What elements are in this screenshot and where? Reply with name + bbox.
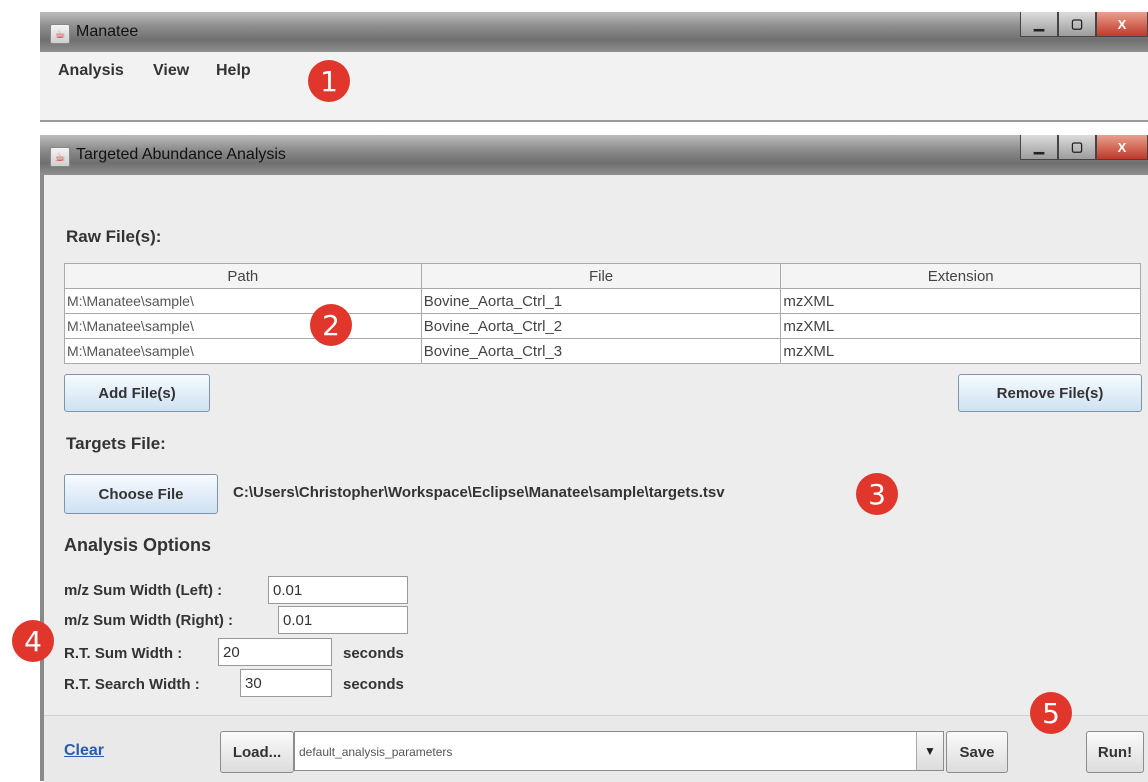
- raw-files-label: Raw File(s):: [66, 227, 162, 246]
- minimize-button[interactable]: ▁: [1020, 12, 1058, 37]
- parameters-value: default_analysis_parameters: [299, 745, 453, 759]
- cell-file: Bovine_Aorta_Ctrl_2: [420, 313, 782, 339]
- dialog-maximize-button[interactable]: ▢: [1058, 135, 1096, 160]
- callout-badge-1: 1: [308, 60, 350, 102]
- cell-path: M:\Manatee\sample\: [64, 288, 422, 314]
- maximize-button[interactable]: ▢: [1058, 12, 1096, 37]
- remove-files-button[interactable]: Remove File(s): [958, 374, 1142, 412]
- dialog-titlebar: ☕ Targeted Abundance Analysis ▁ ▢ X: [40, 135, 1148, 176]
- mz-right-input[interactable]: [278, 606, 408, 634]
- add-files-button[interactable]: Add File(s): [64, 374, 210, 412]
- menu-bar: Analysis View Help: [40, 52, 1148, 122]
- cell-file: Bovine_Aorta_Ctrl_3: [420, 338, 782, 364]
- main-window-titlebar: ☕ Manatee ▁ ▢ X: [40, 12, 1148, 53]
- load-button[interactable]: Load...: [220, 731, 294, 773]
- choose-file-button[interactable]: Choose File: [64, 474, 218, 514]
- mz-left-label: m/z Sum Width (Left) :: [64, 582, 223, 599]
- cell-file: Bovine_Aorta_Ctrl_1: [420, 288, 782, 314]
- rt-search-label: R.T. Search Width :: [64, 676, 200, 693]
- callout-badge-3: 3: [856, 473, 898, 515]
- close-button[interactable]: X: [1096, 12, 1148, 37]
- rt-search-unit: seconds: [343, 676, 404, 693]
- table-header-row: Path File Extension: [64, 263, 1141, 289]
- dialog-minimize-button[interactable]: ▁: [1020, 135, 1058, 160]
- mz-right-label: m/z Sum Width (Right) :: [64, 612, 233, 629]
- rt-sum-unit: seconds: [343, 645, 404, 662]
- callout-badge-4: 4: [12, 620, 54, 662]
- column-header-extension[interactable]: Extension: [780, 263, 1141, 289]
- rt-sum-input[interactable]: [218, 638, 332, 666]
- table-row[interactable]: M:\Manatee\sample\ Bovine_Aorta_Ctrl_3 m…: [64, 338, 1141, 364]
- table-row[interactable]: M:\Manatee\sample\ Bovine_Aorta_Ctrl_1 m…: [64, 288, 1141, 314]
- callout-badge-2: 2: [310, 304, 352, 346]
- parameters-dropdown[interactable]: default_analysis_parameters ▼: [294, 731, 944, 771]
- run-button[interactable]: Run!: [1086, 731, 1144, 773]
- targets-file-path: C:\Users\Christopher\Workspace\Eclipse\M…: [233, 484, 725, 501]
- callout-badge-5: 5: [1030, 692, 1072, 734]
- rt-sum-label: R.T. Sum Width :: [64, 645, 183, 662]
- column-header-path[interactable]: Path: [64, 263, 422, 289]
- targets-file-label: Targets File:: [66, 434, 166, 453]
- cell-extension: mzXML: [780, 338, 1141, 364]
- java-app-icon: ☕: [50, 24, 70, 44]
- mz-left-input[interactable]: [268, 576, 408, 604]
- main-window-title: Manatee: [76, 23, 139, 40]
- raw-files-table: Path File Extension M:\Manatee\sample\ B…: [64, 263, 1141, 364]
- save-button[interactable]: Save: [946, 731, 1008, 773]
- column-header-file[interactable]: File: [420, 263, 782, 289]
- rt-search-input[interactable]: [240, 669, 332, 697]
- menu-analysis[interactable]: Analysis: [58, 62, 124, 80]
- menu-help[interactable]: Help: [216, 62, 251, 80]
- clear-link[interactable]: Clear: [64, 742, 104, 760]
- menu-view[interactable]: View: [153, 62, 189, 80]
- dialog-close-button[interactable]: X: [1096, 135, 1148, 160]
- analysis-options-label: Analysis Options: [64, 535, 212, 555]
- cell-path: M:\Manatee\sample\: [64, 313, 422, 339]
- cell-extension: mzXML: [780, 288, 1141, 314]
- java-app-icon: ☕: [50, 147, 70, 167]
- cell-extension: mzXML: [780, 313, 1141, 339]
- chevron-down-icon[interactable]: ▼: [916, 732, 943, 770]
- cell-path: M:\Manatee\sample\: [64, 338, 422, 364]
- dialog-title: Targeted Abundance Analysis: [76, 146, 286, 163]
- table-row[interactable]: M:\Manatee\sample\ Bovine_Aorta_Ctrl_2 m…: [64, 313, 1141, 339]
